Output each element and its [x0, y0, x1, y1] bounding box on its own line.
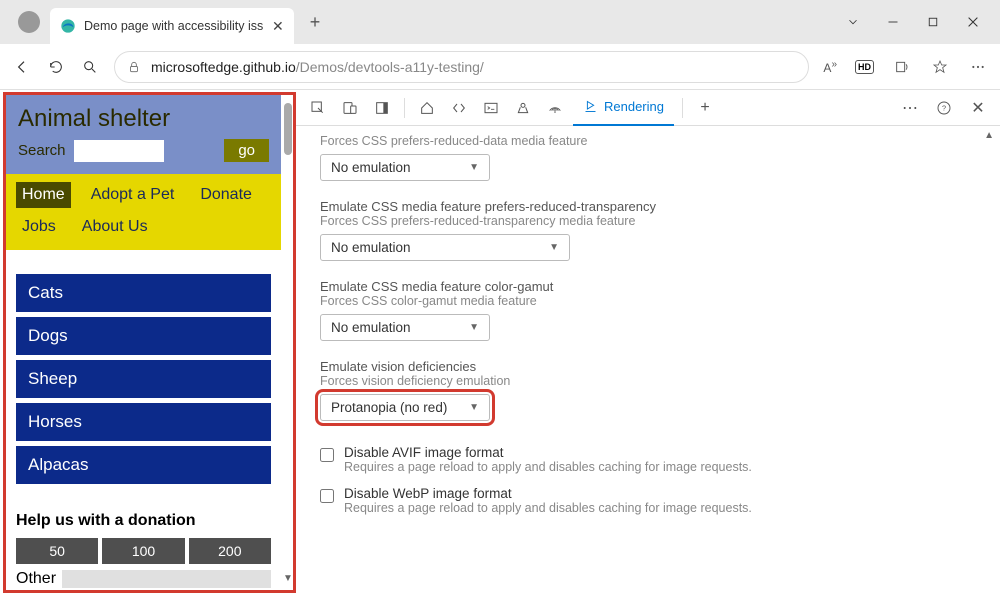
device-toggle-icon[interactable] [336, 94, 364, 122]
category-list: Cats Dogs Sheep Horses Alpacas [6, 250, 281, 494]
profile-avatar[interactable] [18, 11, 40, 33]
new-tab-button[interactable]: + [302, 8, 329, 37]
vision-deficiency-select[interactable]: Protanopia (no red)▼ [320, 394, 490, 421]
edge-favicon [60, 18, 76, 34]
back-button[interactable] [12, 57, 32, 77]
avif-sub: Requires a page reload to apply and disa… [344, 460, 752, 474]
rendering-icon [583, 99, 598, 114]
lock-icon [127, 60, 141, 74]
sources-tab-icon[interactable] [509, 94, 537, 122]
elements-tab-icon[interactable] [445, 94, 473, 122]
other-label: Other [16, 570, 56, 588]
gamut-title: Emulate CSS media feature color-gamut [320, 279, 976, 294]
inspect-icon[interactable] [304, 94, 332, 122]
rendering-tab-label: Rendering [604, 99, 664, 114]
gamut-select[interactable]: No emulation▼ [320, 314, 490, 341]
donation-heading: Help us with a donation [6, 494, 281, 538]
devtools-tabs: Rendering + ⋯ ? ✕ [296, 90, 1000, 126]
tab-title: Demo page with accessibility issu [84, 19, 264, 33]
transparency-select[interactable]: No emulation▼ [320, 234, 570, 261]
donate-amount-button[interactable]: 100 [102, 538, 184, 564]
console-tab-icon[interactable] [477, 94, 505, 122]
vision-title: Emulate vision deficiencies [320, 359, 976, 374]
minimize-button[interactable] [884, 13, 902, 31]
transparency-sub: Forces CSS prefers-reduced-transparency … [320, 214, 976, 228]
rendering-pane: ▲ Forces CSS prefers-reduced-data media … [296, 126, 1000, 595]
scroll-up-arrow[interactable]: ▲ [984, 130, 994, 141]
donate-amount-button[interactable]: 200 [189, 538, 271, 564]
vision-sub: Forces vision deficiency emulation [320, 374, 976, 388]
devtools-panel: Rendering + ⋯ ? ✕ ▲ Forces CSS prefers-r… [296, 90, 1000, 595]
chevron-down-icon: ▼ [469, 402, 479, 413]
browser-tab[interactable]: Demo page with accessibility issu ✕ [50, 8, 294, 44]
category-item[interactable]: Dogs [16, 317, 271, 355]
disable-webp-checkbox[interactable] [320, 489, 334, 503]
devtools-more-icon[interactable]: ⋯ [896, 94, 924, 122]
help-icon[interactable]: ? [930, 94, 958, 122]
avif-title: Disable AVIF image format [344, 445, 752, 460]
nav-donate[interactable]: Donate [194, 182, 258, 208]
scroll-down-arrow[interactable]: ▼ [283, 573, 293, 584]
nav-adopt[interactable]: Adopt a Pet [85, 182, 181, 208]
close-window-button[interactable] [964, 13, 982, 31]
webp-title: Disable WebP image format [344, 486, 752, 501]
refresh-button[interactable] [46, 57, 66, 77]
category-item[interactable]: Cats [16, 274, 271, 312]
reduced-data-select[interactable]: No emulation▼ [320, 154, 490, 181]
maximize-button[interactable] [924, 13, 942, 31]
chevron-down-icon: ▼ [549, 242, 559, 253]
rendering-tab[interactable]: Rendering [573, 90, 674, 126]
address-bar[interactable]: microsoftedge.github.io/Demos/devtools-a… [114, 51, 809, 83]
scrollbar-thumb[interactable] [284, 103, 292, 155]
search-input[interactable] [74, 140, 164, 162]
nav-about[interactable]: About Us [76, 214, 154, 240]
hd-badge[interactable]: HD [855, 60, 874, 74]
url-text: microsoftedge.github.io/Demos/devtools-a… [151, 59, 484, 75]
search-icon[interactable] [80, 57, 100, 77]
toggle-dock-icon[interactable] [368, 94, 396, 122]
page-preview: Animal shelter Search go Home Adopt a Pe… [6, 95, 281, 590]
webp-sub: Requires a page reload to apply and disa… [344, 501, 752, 515]
svg-text:?: ? [942, 103, 946, 112]
chevron-down-icon: ▼ [469, 322, 479, 333]
more-tabs-button[interactable]: + [691, 94, 719, 122]
tab-close-icon[interactable]: ✕ [272, 18, 284, 35]
category-item[interactable]: Sheep [16, 360, 271, 398]
network-tab-icon[interactable] [541, 94, 569, 122]
read-aloud-icon[interactable] [892, 57, 912, 77]
nav-home[interactable]: Home [16, 182, 71, 208]
chevron-down-icon[interactable] [844, 13, 862, 31]
page-scrollbar[interactable]: ▼ [283, 101, 293, 584]
transparency-title: Emulate CSS media feature prefers-reduce… [320, 199, 976, 214]
more-icon[interactable] [968, 57, 988, 77]
devtools-close-icon[interactable]: ✕ [964, 94, 992, 122]
titlebar: Demo page with accessibility issu ✕ + [0, 0, 1000, 44]
reader-mode-icon[interactable]: A» [823, 59, 837, 75]
browser-toolbar: microsoftedge.github.io/Demos/devtools-a… [0, 44, 1000, 90]
favorite-icon[interactable] [930, 57, 950, 77]
welcome-tab-icon[interactable] [413, 94, 441, 122]
nav-jobs[interactable]: Jobs [16, 214, 62, 240]
page-preview-highlight: Animal shelter Search go Home Adopt a Pe… [3, 92, 296, 593]
reduced-data-sub: Forces CSS prefers-reduced-data media fe… [320, 134, 976, 148]
gamut-sub: Forces CSS color-gamut media feature [320, 294, 976, 308]
disable-avif-row: Disable AVIF image format Requires a pag… [320, 439, 976, 480]
donate-amount-button[interactable]: 50 [16, 538, 98, 564]
search-label: Search [18, 142, 66, 159]
page-title: Animal shelter [18, 105, 269, 133]
main-nav: Home Adopt a Pet Donate Jobs About Us [6, 174, 281, 250]
chevron-down-icon: ▼ [469, 162, 479, 173]
disable-avif-checkbox[interactable] [320, 448, 334, 462]
other-amount-input[interactable] [62, 570, 271, 588]
go-button[interactable]: go [224, 139, 269, 162]
category-item[interactable]: Alpacas [16, 446, 271, 484]
category-item[interactable]: Horses [16, 403, 271, 441]
disable-webp-row: Disable WebP image format Requires a pag… [320, 480, 976, 521]
